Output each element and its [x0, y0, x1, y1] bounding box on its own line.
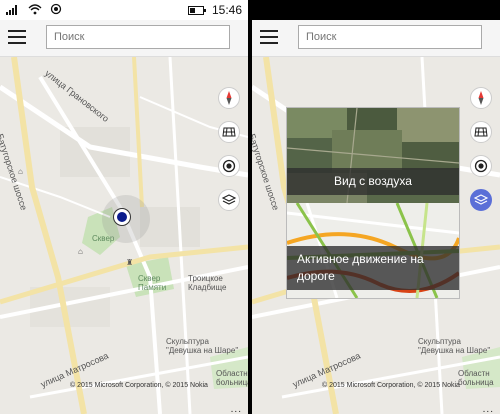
map-label-sculpture: Скульптура "Девушка на Шаре" [166, 337, 239, 355]
app-bar [0, 20, 248, 57]
layers-icon[interactable] [218, 189, 240, 211]
phone-screen-layers: Батугорское шоссе улица Матросова Скульп… [252, 0, 500, 414]
map-view[interactable]: Батугорское шоссе улица Матросова Скульп… [252, 57, 500, 414]
layer-label-aerial: Вид с воздуха [287, 168, 459, 195]
map-label-region: Областн больница [216, 369, 248, 387]
status-time: 15:46 [211, 3, 242, 17]
aerial-mode-icon[interactable] [470, 121, 492, 143]
building-icon: ⌂ [78, 247, 83, 256]
status-bar: 15:46 [0, 0, 248, 20]
wifi-icon [28, 3, 42, 19]
map-label-square-memory: Сквер Памяти [138, 274, 167, 292]
app-bar [252, 20, 500, 57]
more-options-button[interactable]: ... [483, 404, 494, 414]
aerial-mode-icon[interactable] [218, 121, 240, 143]
signal-icon [6, 3, 20, 19]
building-icon: ⌂ [18, 167, 23, 176]
layer-option-traffic[interactable]: Активное движение на дороге [287, 203, 459, 298]
locate-me-icon[interactable] [218, 155, 240, 177]
menu-icon[interactable] [260, 30, 278, 44]
monument-icon: ♜ [126, 258, 134, 267]
menu-icon[interactable] [8, 30, 26, 44]
search-input[interactable] [298, 25, 482, 49]
compass-icon[interactable] [470, 87, 492, 109]
current-location-marker [114, 209, 130, 225]
more-options-button[interactable]: ... [231, 404, 242, 414]
map-label-region: Областн больница [458, 369, 494, 387]
status-bar [252, 0, 500, 20]
layers-icon[interactable] [470, 189, 492, 211]
battery-icon [188, 6, 206, 15]
map-label-cemetery: Троицкое Кладбище [188, 274, 227, 292]
compass-icon[interactable] [218, 87, 240, 109]
map-label-sculpture: Скульптура "Девушка на Шаре" [418, 337, 491, 355]
location-service-icon [50, 3, 62, 19]
map-layers-panel: Вид с воздуха Активное движение на дорог… [286, 107, 460, 299]
search-input[interactable] [46, 25, 230, 49]
map-copyright: © 2015 Microsoft Corporation, © 2015 Nok… [70, 382, 208, 389]
phone-screen-map: 15:46 улица Грановского Батугорское шос [0, 0, 248, 414]
layer-label-traffic: Активное движение на дороге [287, 246, 459, 290]
layer-option-aerial[interactable]: Вид с воздуха [287, 108, 459, 203]
locate-me-icon[interactable] [470, 155, 492, 177]
battery-fill [190, 8, 195, 13]
map-copyright: © 2015 Microsoft Corporation, © 2015 Nok… [322, 382, 460, 389]
